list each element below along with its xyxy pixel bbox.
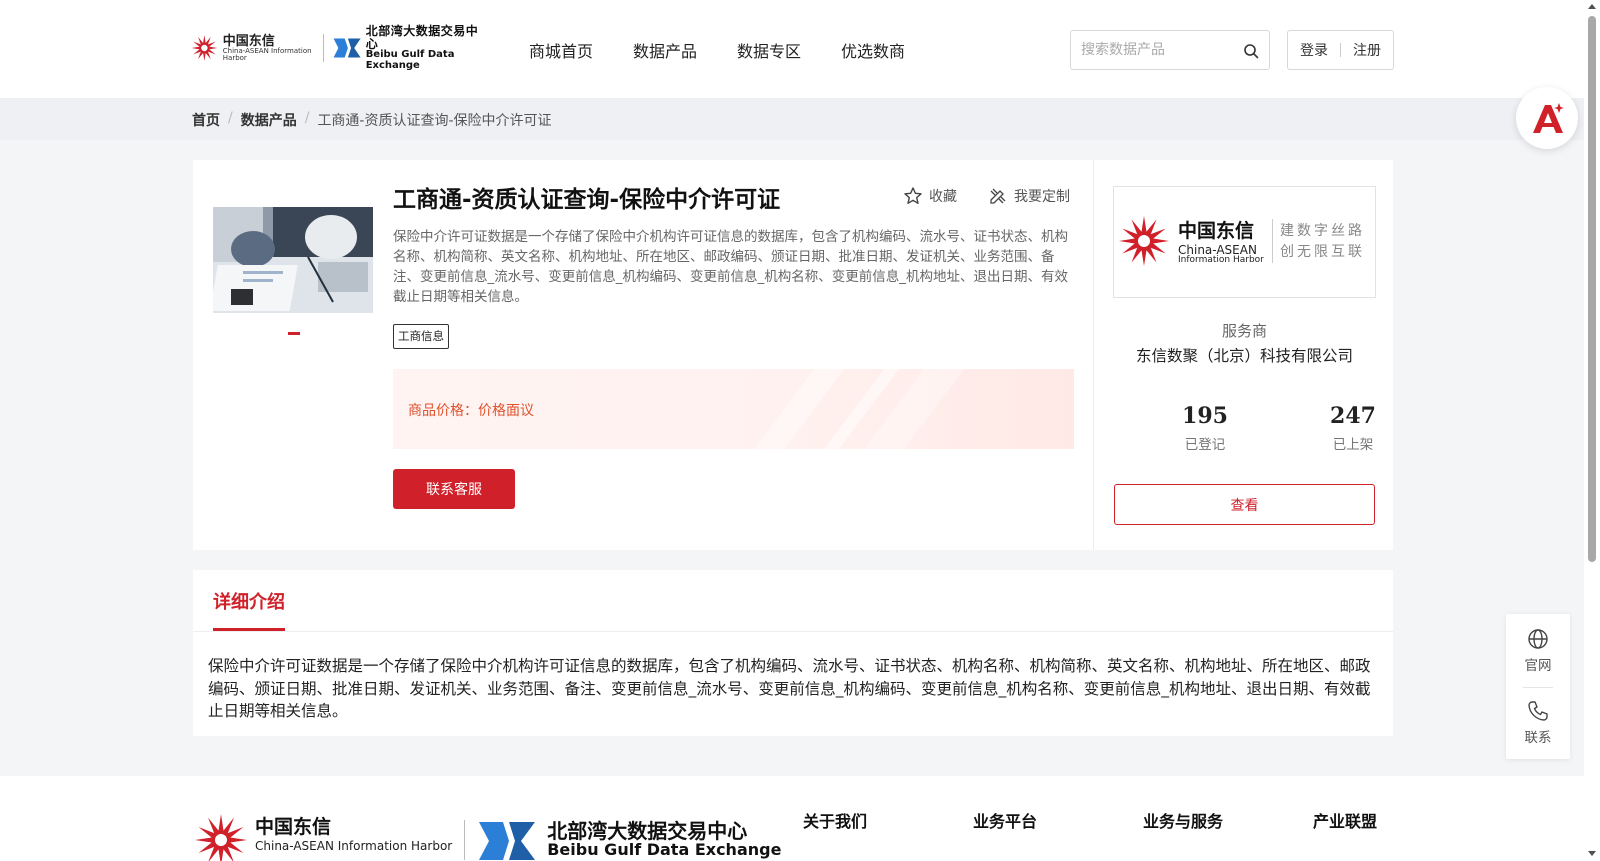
breadcrumb-home[interactable]: 首页 [192, 110, 220, 130]
scroll-down-arrow-icon[interactable] [1588, 851, 1596, 856]
footer-logo-bg-en: Beibu Gulf Data Exchange [547, 840, 782, 859]
contact-label: 联系 [1524, 730, 1552, 746]
logo-ct-cn: 中国东信 [222, 33, 275, 49]
globe-icon [1528, 629, 1548, 649]
footer-industry-alliance[interactable]: 产业联盟 [1313, 808, 1377, 832]
view-vendor-button[interactable]: 查看 [1114, 484, 1375, 525]
nav-data-zone[interactable]: 数据专区 [737, 38, 801, 62]
main-nav: 商城首页 数据产品 数据专区 优选数商 [529, 38, 905, 62]
auth-box: 登录 注册 [1287, 30, 1394, 70]
listed-count: 247 [1330, 403, 1376, 429]
price-decoration [754, 369, 964, 449]
vendor-logo-en2: Information Harbor [1178, 255, 1264, 265]
contact-service-button[interactable]: 联系客服 [393, 469, 515, 509]
listed-label: 已上架 [1332, 437, 1374, 453]
detail-text: 保险中介许可证数据是一个存储了保险中介机构许可证信息的数据库，包含了机构编码、流… [208, 657, 1371, 720]
scroll-up-arrow-icon[interactable] [1588, 4, 1596, 9]
vendor-logo-divider [1272, 219, 1273, 263]
nav-mall-home[interactable]: 商城首页 [529, 38, 593, 62]
search-input[interactable] [1081, 40, 1241, 60]
search-icon[interactable] [1243, 43, 1259, 59]
customize-icon [990, 188, 1006, 204]
footer-logo[interactable]: 中国东信 China-ASEAN Information Harbor 北部湾大… [193, 812, 781, 861]
vendor-slogan: 建数字丝路 创无限互联 [1280, 221, 1365, 263]
customize-label: 我要定制 [1014, 189, 1070, 205]
registered-label: 已登记 [1184, 437, 1226, 453]
scrollbar-thumb[interactable] [1588, 16, 1596, 562]
vendor-name[interactable]: 东信数聚（北京）科技有限公司 [1113, 344, 1376, 366]
product-title: 工商通-资质认证查询-保险中介许可证 [393, 187, 781, 213]
favorite-label: 收藏 [929, 189, 957, 205]
nav-preferred-vendors[interactable]: 优选数商 [841, 38, 905, 62]
breadcrumb-separator: / [304, 110, 310, 126]
price-box: 商品价格：价格面议 [393, 369, 1074, 449]
register-link[interactable]: 注册 [1353, 40, 1381, 60]
detail-divider [193, 631, 1393, 632]
side-widget-divider [1523, 687, 1553, 688]
china-asean-logo-text: 中国东信 China-ASEAN Information Harbor [223, 35, 315, 62]
website-label: 官网 [1524, 658, 1552, 674]
registered-count: 195 [1182, 403, 1228, 429]
page-scrollbar[interactable] [1584, 0, 1600, 861]
vendor-type: 服务商 [1221, 322, 1267, 340]
product-image[interactable] [213, 207, 373, 313]
product-card: 工商通-资质认证查询-保险中介许可证 收藏 我要定制 保险中介许可证数据是一个存… [193, 160, 1393, 550]
price-text: 商品价格：价格面议 [408, 400, 534, 420]
footer-business-services[interactable]: 业务与服务 [1143, 808, 1223, 832]
side-widget: 官网 联系 [1506, 614, 1570, 759]
vendor-logo[interactable]: 中国东信 China-ASEAN Information Harbor 建数字丝… [1113, 186, 1376, 298]
breadcrumb-products[interactable]: 数据产品 [241, 110, 297, 130]
favorite-button[interactable]: 收藏 [903, 186, 957, 206]
beibu-gulf-logo: 北部湾大数据交易中心 Beibu Gulf Data Exchange [332, 25, 483, 71]
website-link[interactable]: 官网 [1506, 628, 1570, 674]
breadcrumb-separator: / [228, 110, 233, 126]
login-link[interactable]: 登录 [1300, 40, 1328, 60]
breadcrumb: 首页 / 数据产品 / 工商通-资质认证查询-保险中介许可证 [0, 98, 1600, 140]
logo-divider [322, 34, 324, 62]
price-label: 商品价格： [408, 403, 478, 419]
vendor-burst-icon [1119, 216, 1169, 266]
beibu-gulf-mark-icon [333, 38, 361, 58]
auth-divider [1340, 43, 1341, 57]
listed-stat: 247 已上架 [1293, 403, 1413, 453]
site-logo[interactable]: 中国东信 China-ASEAN Information Harbor 北部湾大… [190, 25, 483, 71]
search-box [1070, 30, 1270, 70]
product-description: 保险中介许可证数据是一个存储了保险中介机构许可证信息的数据库，包含了机构编码、流… [393, 229, 1068, 305]
footer-logo-bg-cn: 北部湾大数据交易中心 [547, 819, 748, 843]
registered-stat: 195 已登记 [1145, 403, 1265, 453]
detail-section: 详细介绍 保险中介许可证数据是一个存储了保险中介机构许可证信息的数据库，包含了机… [193, 570, 1393, 736]
phone-icon [1528, 701, 1548, 721]
gallery-indicator[interactable] [288, 332, 300, 335]
footer-logo-divider [464, 820, 466, 860]
footer-beibu-mark-icon [479, 822, 536, 860]
product-photo [213, 207, 373, 313]
price-value: 价格面议 [478, 403, 534, 419]
ai-assistant-icon [1533, 103, 1564, 133]
footer-logo-ct-cn: 中国东信 [255, 816, 332, 838]
vendor-slogan-line2: 创无限互联 [1280, 244, 1365, 260]
contact-link[interactable]: 联系 [1506, 700, 1570, 746]
footer-burst-icon [195, 814, 247, 861]
china-asean-burst-icon [191, 35, 218, 61]
site-footer: 中国东信 China-ASEAN Information Harbor 北部湾大… [0, 776, 1600, 861]
tab-detail-intro[interactable]: 详细介绍 [213, 588, 285, 614]
logo-ct-en: China-ASEAN Information Harbor [222, 46, 312, 62]
footer-business-platform[interactable]: 业务平台 [973, 808, 1037, 832]
site-header: 中国东信 China-ASEAN Information Harbor 北部湾大… [0, 0, 1600, 98]
nav-data-products[interactable]: 数据产品 [633, 38, 697, 62]
star-icon [904, 187, 922, 204]
logo-bg-cn: 北部湾大数据交易中心 [365, 23, 479, 51]
vendor-logo-cn: 中国东信 [1178, 220, 1255, 242]
vendor-slogan-line1: 建数字丝路 [1280, 223, 1365, 239]
footer-about-us[interactable]: 关于我们 [803, 808, 867, 832]
customize-button[interactable]: 我要定制 [988, 186, 1070, 206]
card-divider [1093, 160, 1094, 550]
breadcrumb-current: 工商通-资质认证查询-保险中介许可证 [317, 113, 552, 129]
ai-assistant-button[interactable] [1516, 87, 1578, 149]
footer-logo-ct-en: China-ASEAN Information Harbor [255, 839, 453, 853]
logo-bg-en: Beibu Gulf Data Exchange [365, 49, 455, 71]
product-tag[interactable]: 工商信息 [393, 324, 449, 349]
